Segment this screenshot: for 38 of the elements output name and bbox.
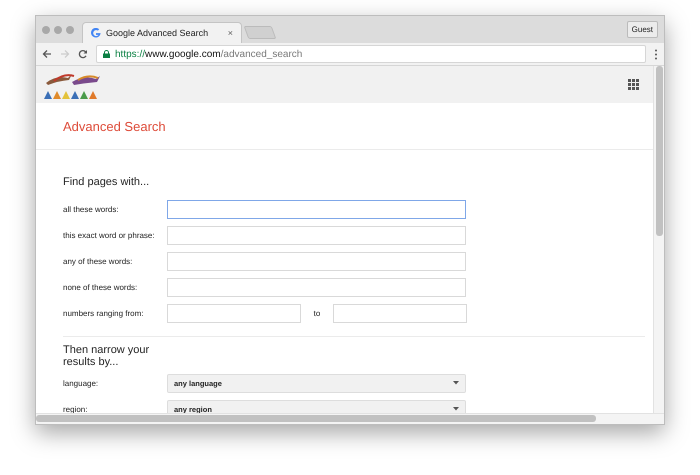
google-icon [91,28,101,38]
field-label: language: [63,378,100,388]
section-heading: Then narrow your results by... [63,344,150,368]
range-separator: to [312,308,322,318]
caret-icon [453,407,459,411]
lock-icon [103,50,110,58]
input-field[interactable] [167,252,466,270]
minimize-window-icon[interactable] [54,26,62,34]
url-text: https://www.google.com/advanced_search [115,48,302,60]
vertical-scrollbar[interactable] [653,66,664,413]
zoom-window-icon[interactable] [66,26,74,34]
new-tab-button[interactable] [244,26,276,39]
horizontal-scrollbar[interactable] [36,413,664,424]
field-label: this exact word or phrase: [63,230,156,240]
field-label: numbers ranging from: [63,308,144,318]
page-title: Advanced Search [63,118,166,134]
field-label: region: [63,404,88,413]
input-field[interactable] [167,304,301,322]
field-label: none of these words: [63,282,138,292]
profile-button[interactable]: Guest [626,21,658,38]
forward-icon[interactable] [60,49,70,59]
section-heading: Find pages with... [63,176,150,188]
menu-icon[interactable] [654,48,658,60]
input-field[interactable] [333,304,467,322]
input-field[interactable] [167,200,466,218]
apps-grid-icon[interactable] [628,79,639,90]
field-label: all these words: [63,204,120,214]
back-icon[interactable] [42,49,52,59]
reload-icon[interactable] [78,49,88,59]
browser-tab[interactable]: Google Advanced Search × [82,22,242,43]
tab-close-button[interactable]: × [228,28,233,38]
field-label: any of these words: [63,256,134,266]
input-field[interactable] [167,278,466,296]
input-field[interactable] [167,226,466,244]
tab-title: Google Advanced Search [106,28,210,38]
address-bar[interactable]: https://www.google.com/advanced_search [96,45,646,63]
close-window-icon[interactable] [42,26,50,34]
caret-icon [453,381,459,385]
